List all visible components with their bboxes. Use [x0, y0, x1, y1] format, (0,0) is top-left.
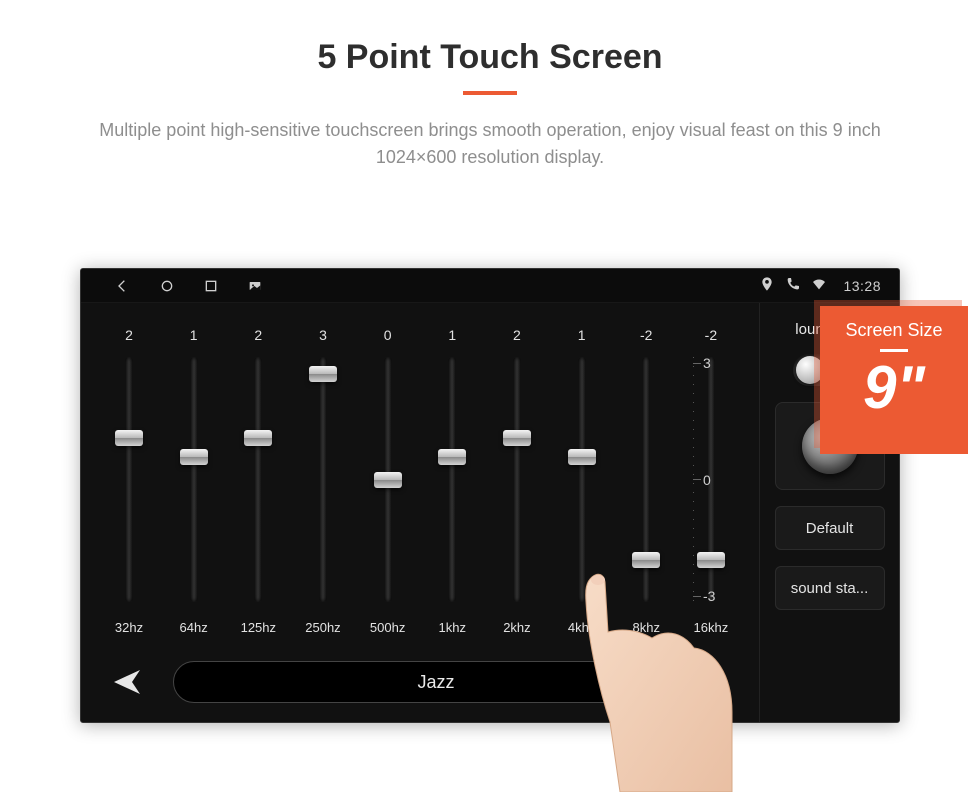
band-label: 32hz [105, 620, 153, 635]
band-label: 8khz [622, 620, 670, 635]
sliders-row: 3 0 -3 [101, 357, 739, 602]
band-value: -2 [687, 327, 735, 343]
band-label: 64hz [170, 620, 218, 635]
bottom-row: Jazz [101, 661, 739, 703]
slider-knob[interactable] [438, 449, 466, 465]
band-label: 125hz [234, 620, 282, 635]
equalizer-area: 2 1 2 3 0 1 2 1 -2 -2 [81, 303, 899, 722]
band-label: 1khz [428, 620, 476, 635]
scale-min: -3 [703, 590, 745, 602]
page-title: 5 Point Touch Screen [0, 38, 980, 77]
back-icon[interactable] [115, 278, 131, 294]
badge-underline [880, 349, 908, 352]
band-label: 16khz [687, 620, 735, 635]
preset-selector[interactable]: Jazz [173, 661, 699, 703]
band-value: 2 [234, 327, 282, 343]
scale-max: 3 [703, 357, 745, 369]
eq-slider[interactable] [622, 357, 670, 602]
equalizer-main: 2 1 2 3 0 1 2 1 -2 -2 [81, 303, 759, 722]
default-button[interactable]: Default [775, 506, 885, 550]
eq-slider[interactable] [493, 357, 541, 602]
slider-knob[interactable] [180, 449, 208, 465]
band-value: -2 [622, 327, 670, 343]
eq-slider[interactable] [299, 357, 347, 602]
band-value: 1 [170, 327, 218, 343]
page-subtitle: Multiple point high-sensitive touchscree… [40, 117, 940, 171]
gallery-icon[interactable] [247, 278, 263, 294]
eq-slider[interactable] [170, 357, 218, 602]
band-label: 250hz [299, 620, 347, 635]
eq-slider[interactable] [558, 357, 606, 602]
wifi-icon [811, 276, 827, 295]
location-icon [759, 276, 775, 295]
eq-slider[interactable] [428, 357, 476, 602]
band-values-row: 2 1 2 3 0 1 2 1 -2 -2 [101, 327, 739, 343]
slider-knob[interactable] [503, 430, 531, 446]
eq-slider[interactable] [234, 357, 282, 602]
slider-knob[interactable] [568, 449, 596, 465]
band-value: 1 [428, 327, 476, 343]
slider-knob[interactable] [632, 552, 660, 568]
band-value: 0 [364, 327, 412, 343]
scale-mid: 0 [703, 474, 745, 486]
badge-value: 9" [830, 358, 958, 418]
slider-knob[interactable] [115, 430, 143, 446]
eq-slider[interactable] [364, 357, 412, 602]
band-labels-row: 32hz 64hz 125hz 250hz 500hz 1khz 2khz 4k… [101, 620, 739, 635]
title-underline [463, 91, 517, 95]
sound-stage-button[interactable]: sound sta... [775, 566, 885, 610]
clock: 13:28 [843, 278, 881, 294]
band-value: 2 [105, 327, 153, 343]
phone-icon [785, 276, 801, 295]
slider-knob[interactable] [309, 366, 337, 382]
badge-title: Screen Size [830, 320, 958, 341]
recents-icon[interactable] [203, 278, 219, 294]
band-label: 4khz [558, 620, 606, 635]
slider-knob[interactable] [244, 430, 272, 446]
scale: 3 0 -3 [695, 357, 745, 602]
screen-size-badge: Screen Size 9" [820, 306, 968, 454]
home-icon[interactable] [159, 278, 175, 294]
device-frame: 13:28 2 1 2 3 0 1 2 1 -2 -2 [80, 268, 900, 723]
band-value: 3 [299, 327, 347, 343]
band-label: 2khz [493, 620, 541, 635]
band-label: 500hz [364, 620, 412, 635]
eq-slider[interactable] [105, 357, 153, 602]
statusbar: 13:28 [81, 269, 899, 303]
back-button[interactable] [105, 662, 149, 702]
band-value: 1 [558, 327, 606, 343]
band-value: 2 [493, 327, 541, 343]
slider-knob[interactable] [374, 472, 402, 488]
